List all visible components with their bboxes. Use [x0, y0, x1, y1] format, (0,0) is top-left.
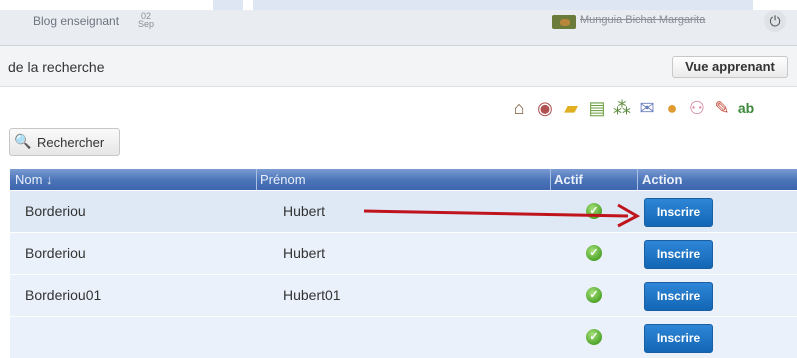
arrow-shaft	[363, 209, 629, 218]
red-arrow-annotation	[363, 203, 641, 228]
